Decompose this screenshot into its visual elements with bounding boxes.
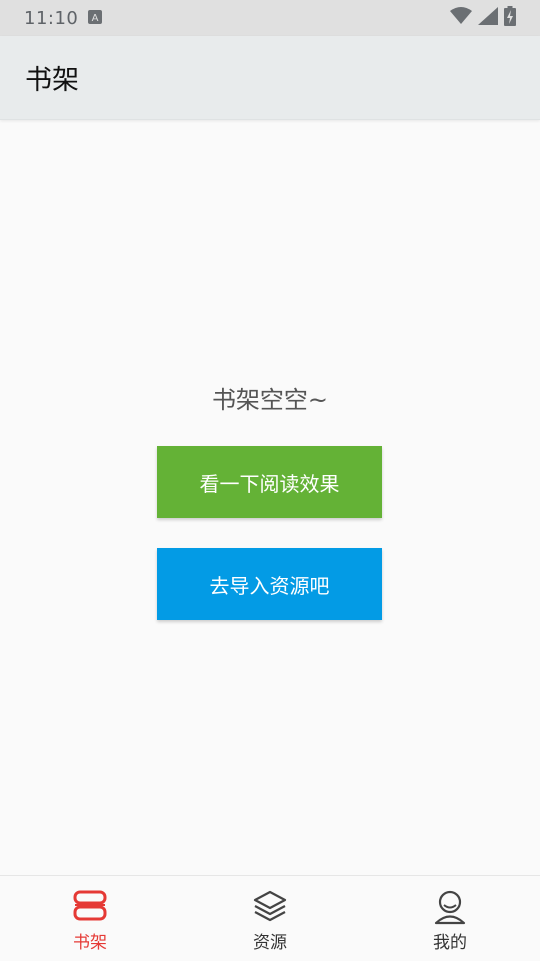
bookshelf-icon [71,888,109,926]
status-left: 11:10 A [24,7,103,29]
battery-charging-icon [504,6,516,30]
nav-label-resources: 资源 [253,933,287,953]
nav-label-bookshelf: 书架 [73,933,107,953]
a-box-icon: A [88,9,103,28]
page-title: 书架 [25,65,79,96]
person-icon [431,888,469,926]
wifi-icon [450,7,472,29]
status-right [450,6,516,30]
app-bar: 书架 [0,36,540,120]
nav-item-mine[interactable]: 我的 [360,876,540,961]
signal-icon [478,7,498,29]
view-reading-demo-button-label: 看一下阅读效果 [199,471,340,496]
empty-bookshelf-message: 书架空空~ [211,386,329,414]
layers-icon [251,888,289,926]
status-bar: 11:10 A [0,0,540,36]
nav-label-mine: 我的 [433,933,467,953]
bottom-navigation: 书架 资源 我的 [0,875,540,961]
view-reading-demo-button[interactable]: 看一下阅读效果 [157,446,382,518]
import-resources-button-label: 去导入资源吧 [209,573,330,598]
svg-text:A: A [92,13,99,24]
nav-item-resources[interactable]: 资源 [180,876,360,961]
status-time: 11:10 [24,7,79,29]
import-resources-button[interactable]: 去导入资源吧 [157,548,382,620]
nav-item-bookshelf[interactable]: 书架 [0,876,180,961]
